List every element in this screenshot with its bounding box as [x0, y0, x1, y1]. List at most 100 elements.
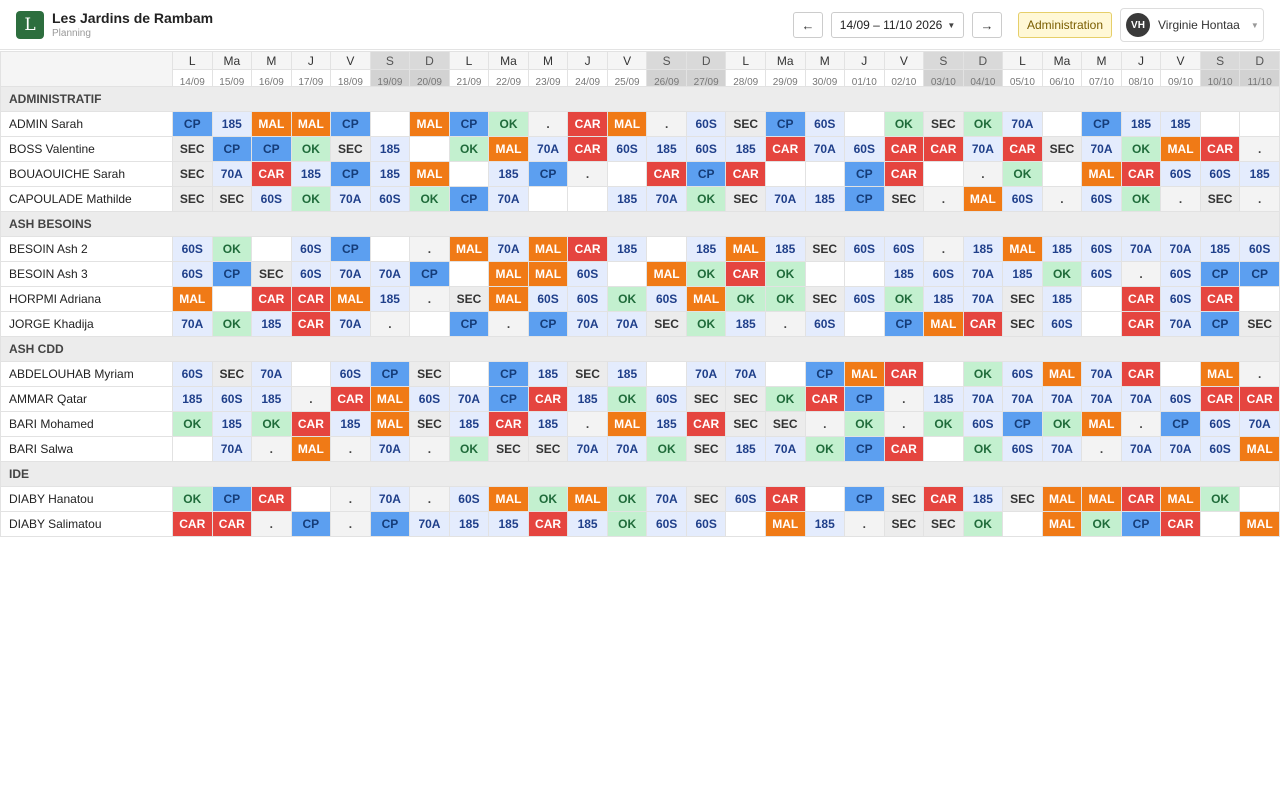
shift-cell[interactable]: CP: [1199, 311, 1241, 337]
shift-cell[interactable]: CP: [1199, 261, 1241, 287]
shift-cell[interactable]: 60S: [646, 511, 687, 537]
shift-cell[interactable]: [1239, 486, 1280, 512]
shift-cell[interactable]: [448, 261, 490, 287]
shift-cell[interactable]: 60S: [844, 136, 885, 162]
shift-cell[interactable]: 70A: [369, 486, 411, 512]
shift-cell[interactable]: SEC: [685, 486, 727, 512]
shift-cell[interactable]: [1199, 511, 1241, 537]
shift-cell[interactable]: 60S: [1160, 386, 1201, 412]
shift-cell[interactable]: SEC: [725, 386, 766, 412]
shift-cell[interactable]: .: [844, 511, 885, 537]
shift-cell[interactable]: 70A: [330, 311, 371, 337]
shift-cell[interactable]: 185: [1041, 286, 1083, 312]
shift-cell[interactable]: 60S: [1239, 236, 1280, 262]
shift-cell[interactable]: 185: [211, 411, 253, 437]
shift-cell[interactable]: 185: [567, 511, 608, 537]
shift-cell[interactable]: CAR: [1160, 511, 1201, 537]
shift-cell[interactable]: .: [290, 386, 332, 412]
shift-cell[interactable]: MAL: [725, 236, 766, 262]
shift-cell[interactable]: CP: [251, 136, 292, 162]
shift-cell[interactable]: 60S: [1081, 186, 1122, 212]
shift-cell[interactable]: 185: [488, 511, 529, 537]
shift-cell[interactable]: CAR: [923, 486, 964, 512]
shift-cell[interactable]: 185: [962, 486, 1004, 512]
shift-cell[interactable]: CP: [330, 111, 371, 137]
shift-cell[interactable]: [923, 361, 964, 387]
shift-cell[interactable]: CAR: [804, 386, 846, 412]
shift-cell[interactable]: 185: [685, 236, 727, 262]
shift-cell[interactable]: MAL: [1081, 411, 1122, 437]
shift-cell[interactable]: MAL: [369, 411, 411, 437]
shift-cell[interactable]: MAL: [685, 286, 727, 312]
shift-cell[interactable]: [606, 161, 648, 187]
shift-cell[interactable]: OK: [448, 136, 490, 162]
shift-cell[interactable]: MAL: [290, 436, 332, 462]
shift-cell[interactable]: 70A: [448, 386, 490, 412]
shift-cell[interactable]: OK: [172, 411, 213, 437]
shift-cell[interactable]: .: [764, 311, 806, 337]
shift-cell[interactable]: 185: [725, 311, 766, 337]
shift-cell[interactable]: CAR: [488, 411, 529, 437]
shift-cell[interactable]: 185: [251, 311, 292, 337]
shift-cell[interactable]: [646, 361, 687, 387]
shift-cell[interactable]: CAR: [1199, 286, 1241, 312]
shift-cell[interactable]: 60S: [1199, 411, 1241, 437]
shift-cell[interactable]: 70A: [606, 311, 648, 337]
shift-cell[interactable]: OK: [685, 311, 727, 337]
shift-cell[interactable]: OK: [764, 286, 806, 312]
shift-cell[interactable]: SEC: [923, 111, 964, 137]
shift-cell[interactable]: .: [251, 511, 292, 537]
shift-cell[interactable]: 185: [369, 286, 411, 312]
shift-cell[interactable]: [606, 261, 648, 287]
shift-cell[interactable]: CP: [330, 236, 371, 262]
shift-cell[interactable]: MAL: [488, 261, 529, 287]
shift-cell[interactable]: MAL: [1160, 486, 1201, 512]
shift-cell[interactable]: CP: [409, 261, 450, 287]
shift-cell[interactable]: 70A: [211, 436, 253, 462]
shift-cell[interactable]: CAR: [883, 436, 925, 462]
shift-cell[interactable]: 70A: [1120, 436, 1162, 462]
shift-cell[interactable]: OK: [685, 261, 727, 287]
shift-cell[interactable]: MAL: [923, 311, 964, 337]
shift-cell[interactable]: MAL: [1041, 361, 1083, 387]
shift-cell[interactable]: CAR: [527, 511, 569, 537]
shift-cell[interactable]: SEC: [1002, 311, 1043, 337]
shift-cell[interactable]: 185: [923, 386, 964, 412]
shift-cell[interactable]: 70A: [488, 186, 529, 212]
shift-cell[interactable]: 70A: [685, 361, 727, 387]
shift-cell[interactable]: 185: [804, 511, 846, 537]
shift-cell[interactable]: [646, 236, 687, 262]
shift-cell[interactable]: OK: [764, 261, 806, 287]
shift-cell[interactable]: CP: [369, 361, 411, 387]
shift-cell[interactable]: 70A: [172, 311, 213, 337]
shift-cell[interactable]: 60S: [1160, 161, 1201, 187]
shift-cell[interactable]: SEC: [211, 361, 253, 387]
shift-cell[interactable]: 70A: [646, 186, 687, 212]
shift-cell[interactable]: [290, 361, 332, 387]
shift-cell[interactable]: OK: [527, 486, 569, 512]
shift-cell[interactable]: MAL: [1081, 161, 1122, 187]
shift-cell[interactable]: [369, 236, 411, 262]
shift-cell[interactable]: 60S: [369, 186, 411, 212]
shift-cell[interactable]: [1239, 111, 1280, 137]
shift-cell[interactable]: OK: [1120, 186, 1162, 212]
shift-cell[interactable]: 60S: [290, 261, 332, 287]
shift-cell[interactable]: SEC: [1002, 286, 1043, 312]
shift-cell[interactable]: 70A: [764, 436, 806, 462]
shift-cell[interactable]: 185: [567, 386, 608, 412]
shift-cell[interactable]: 60S: [409, 386, 450, 412]
shift-cell[interactable]: OK: [1002, 161, 1043, 187]
shift-cell[interactable]: 70A: [1120, 386, 1162, 412]
shift-cell[interactable]: CP: [764, 111, 806, 137]
shift-cell[interactable]: [1160, 361, 1201, 387]
shift-cell[interactable]: .: [1120, 411, 1162, 437]
shift-cell[interactable]: 70A: [804, 136, 846, 162]
shift-cell[interactable]: CAR: [172, 511, 213, 537]
shift-cell[interactable]: [1199, 111, 1241, 137]
shift-cell[interactable]: .: [1239, 361, 1280, 387]
shift-cell[interactable]: SEC: [725, 411, 766, 437]
shift-cell[interactable]: .: [409, 436, 450, 462]
shift-cell[interactable]: MAL: [764, 511, 806, 537]
shift-cell[interactable]: CAR: [883, 161, 925, 187]
shift-cell[interactable]: 185: [725, 136, 766, 162]
